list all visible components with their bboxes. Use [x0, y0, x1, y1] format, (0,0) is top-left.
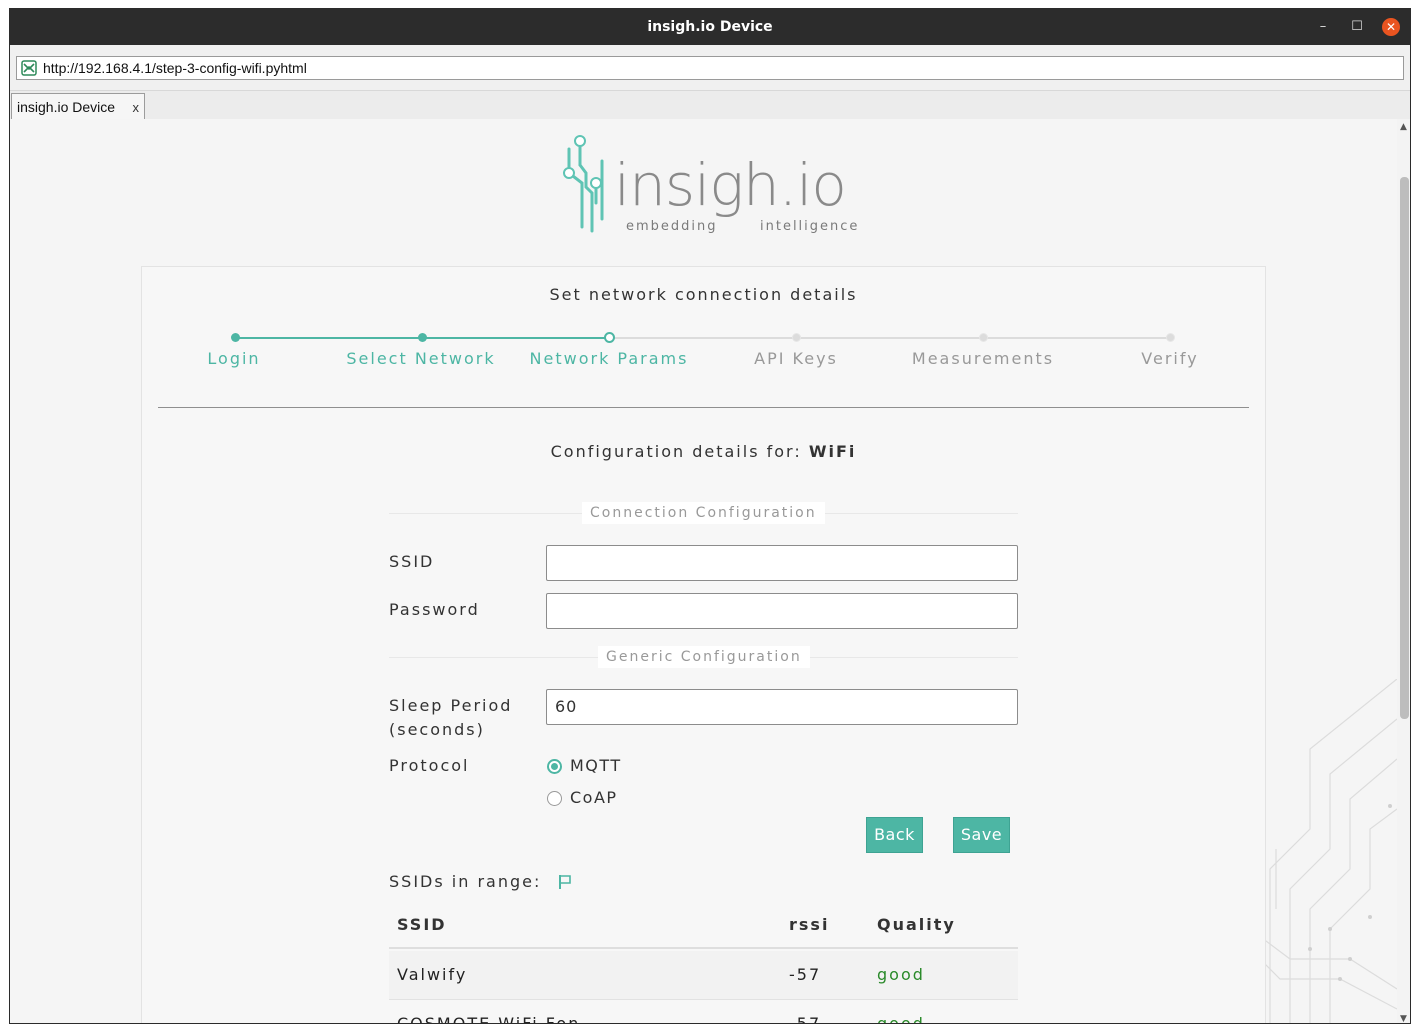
step-dot-network-params: [604, 332, 615, 343]
sleep-period-input[interactable]: 60: [546, 689, 1018, 725]
brand-name: insigh.io: [614, 151, 847, 219]
tagline-right: intelligence: [760, 219, 860, 234]
minimize-icon[interactable]: –: [1314, 18, 1332, 36]
ssids-in-range-label: SSIDs in range:: [389, 872, 542, 891]
page-title: Set network connection details: [549, 285, 858, 304]
column-header-rssi[interactable]: rssi: [789, 915, 829, 934]
save-button[interactable]: Save: [953, 817, 1010, 853]
step-label-api-keys: API Keys: [754, 349, 838, 368]
config-for-prefix: Configuration details for:: [550, 442, 802, 461]
maximize-icon[interactable]: ☐: [1348, 18, 1366, 36]
column-header-quality[interactable]: Quality: [877, 915, 956, 934]
sleep-period-label: Sleep Period: [389, 696, 513, 715]
url-text[interactable]: http://192.168.4.1/step-3-config-wifi.py…: [43, 57, 307, 79]
step-label-verify: Verify: [1141, 349, 1199, 368]
window-title: insigh.io Device: [647, 19, 773, 35]
scroll-up-icon[interactable]: ▲: [1400, 122, 1407, 132]
cell-quality: good: [877, 965, 925, 984]
cell-ssid: Valwify: [397, 965, 468, 984]
cell-rssi: -57: [789, 1014, 822, 1024]
ssid-label: SSID: [389, 552, 435, 571]
generic-config-legend: Generic Configuration: [598, 646, 810, 668]
coap-radio[interactable]: [547, 791, 562, 806]
site-icon: [21, 60, 37, 76]
connection-config-legend: Connection Configuration: [582, 502, 825, 524]
circuit-logo-icon: [563, 135, 604, 233]
scroll-down-icon[interactable]: ▼: [1400, 1014, 1407, 1023]
password-input[interactable]: [546, 593, 1018, 629]
step-dot-api-keys: [792, 333, 801, 342]
ssid-input[interactable]: [546, 545, 1018, 581]
table-header: SSID rssi Quality: [389, 903, 1018, 949]
step-dot-select-network: [418, 333, 427, 342]
scroll-thumb[interactable]: [1400, 177, 1409, 719]
step-connector: [610, 337, 797, 339]
config-for-heading: Configuration details for: WiFi: [142, 442, 1265, 461]
flag-icon[interactable]: [558, 874, 572, 890]
step-label-network-params: Network Params: [529, 349, 689, 368]
config-for-value: WiFi: [808, 442, 857, 461]
sleep-period-unit-label: (seconds): [389, 720, 485, 739]
step-dot-measurements: [979, 333, 988, 342]
setup-card: Set network connection details Login Sel…: [141, 266, 1267, 1024]
step-label-login: Login: [207, 349, 261, 368]
page-viewport: insigh.io embedding intelligence Set net…: [10, 119, 1397, 1024]
table-row[interactable]: Valwify -57 good: [389, 951, 1018, 1000]
vertical-scrollbar[interactable]: ▲ ▼: [1397, 119, 1410, 1023]
step-connector: [797, 337, 984, 339]
progress-stepper: Login Select Network Network Params API …: [142, 329, 1267, 379]
mqtt-label[interactable]: MQTT: [570, 756, 622, 776]
step-label-measurements: Measurements: [911, 349, 1055, 368]
coap-label[interactable]: CoAP: [570, 788, 618, 808]
tab-insighio-device[interactable]: insigh.io Device x: [11, 93, 145, 119]
title-bar: insigh.io Device – ☐ ✕: [10, 9, 1410, 45]
password-label: Password: [389, 600, 480, 619]
tab-close-icon[interactable]: x: [133, 94, 140, 122]
step-connector: [984, 337, 1171, 339]
step-label-select-network: Select Network: [346, 349, 496, 368]
table-row[interactable]: COSMOTE WiFi Fon -57 good: [389, 1000, 1018, 1024]
cell-ssid: COSMOTE WiFi Fon: [397, 1014, 581, 1024]
address-bar: http://192.168.4.1/step-3-config-wifi.py…: [10, 45, 1410, 91]
tagline-left: embedding: [626, 219, 718, 234]
step-dot-login: [231, 333, 240, 342]
tab-strip: insigh.io Device x: [10, 91, 1410, 119]
cell-rssi: -57: [789, 965, 822, 984]
insighio-logo: insigh.io embedding intelligence: [550, 127, 870, 237]
browser-window: insigh.io Device – ☐ ✕ http://192.168.4.…: [9, 8, 1411, 1024]
back-button[interactable]: Back: [866, 817, 923, 853]
step-connector: [423, 337, 610, 339]
section-divider: [158, 407, 1249, 408]
close-window-icon[interactable]: ✕: [1382, 18, 1400, 36]
circuit-decoration: [1250, 679, 1397, 1023]
column-header-ssid[interactable]: SSID: [397, 915, 447, 934]
mqtt-radio[interactable]: [547, 759, 562, 774]
url-field[interactable]: http://192.168.4.1/step-3-config-wifi.py…: [16, 56, 1404, 80]
step-connector: [236, 337, 423, 339]
protocol-label: Protocol: [389, 756, 470, 775]
cell-quality: good: [877, 1014, 925, 1024]
tab-label[interactable]: insigh.io Device: [17, 94, 115, 120]
step-dot-verify: [1166, 333, 1175, 342]
